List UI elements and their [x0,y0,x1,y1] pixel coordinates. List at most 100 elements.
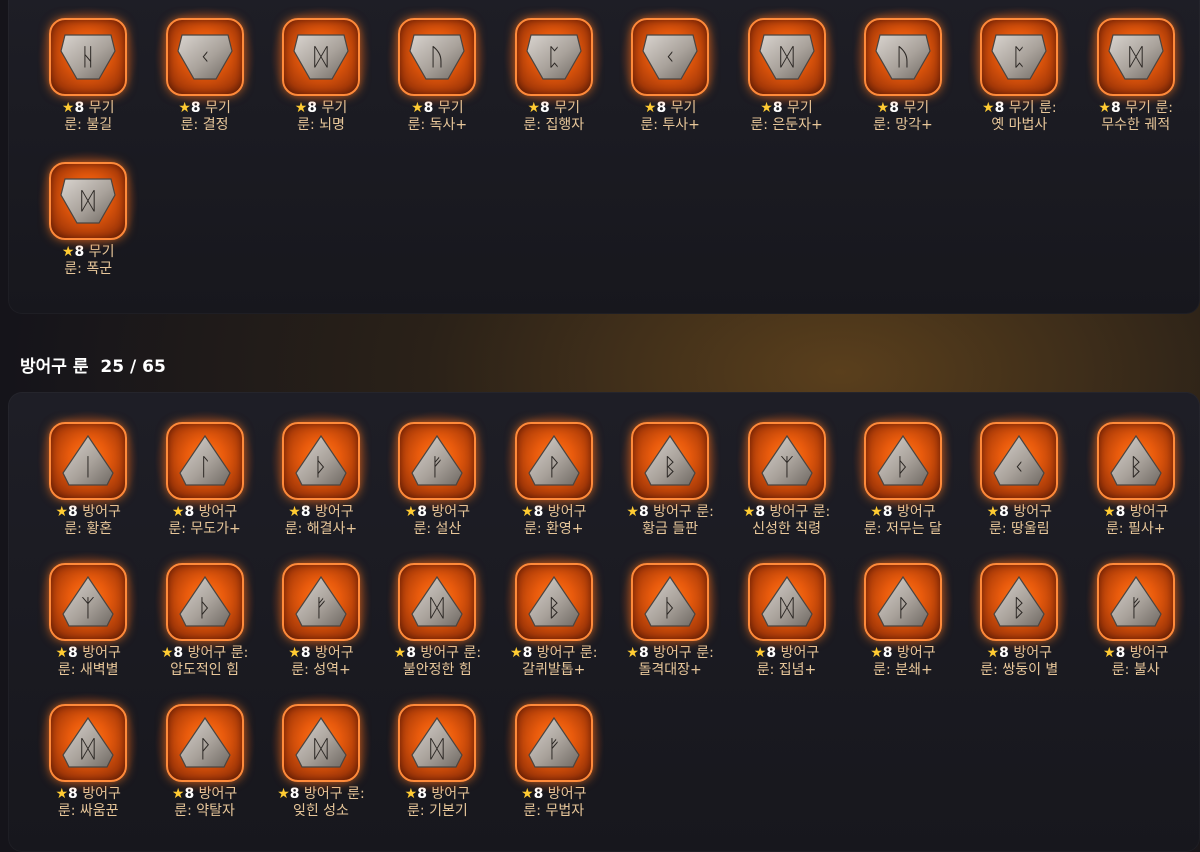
armor-rune-item[interactable]: ᚲ ★8 방어구 룬: 땅울림 [961,410,1077,546]
rune-stone-icon: ᚹ [178,716,231,768]
armor-rune-item[interactable]: ᛞ ★8 방어구 룬: 불안정한 힘 [379,551,495,687]
rune-slot[interactable]: ᛞ [269,692,372,794]
weapon-rune-item[interactable]: ᚲ ★8 무기 룬: 투사+ [612,6,728,142]
weapon-rune-item[interactable]: ᛞ ★8 무기 룬: 뇌명 [263,6,379,142]
armor-rune-item[interactable]: ᛒ ★8 방어구 룬: 필사+ [1078,410,1194,546]
weapon-rune-item[interactable]: ᚢ ★8 무기 룬: 독사+ [379,6,495,142]
star-icon: ★ [510,645,523,661]
weapon-rune-item[interactable]: ᚺ ★8 무기 룬: 불길 [30,6,146,142]
armor-rune-item[interactable]: ᛞ ★8 방어구 룬: 싸움꾼 [30,692,146,828]
weapon-rune-item[interactable]: ᚢ ★8 무기 룬: 망각+ [845,6,961,142]
armor-rune-item[interactable]: ᛁ ★8 방어구 룬: 황혼 [30,410,146,546]
rune-frame: ᛉ [49,563,128,641]
rune-slot[interactable]: ᚹ [502,410,605,512]
armor-rune-item[interactable]: ᚠ ★8 방어구 룬: 설산 [379,410,495,546]
rune-frame: ᚦ [281,422,360,500]
rune-slot[interactable]: ᛚ [153,410,256,512]
rune-name-line2: 룬: 뇌명 [297,117,345,133]
rune-stone-icon: ᛒ [1110,434,1162,486]
rune-name-line2: 룬: 은둔자+ [750,117,823,133]
armor-rune-item[interactable]: ᛞ ★8 방어구 룬: 집념+ [728,551,844,687]
armor-rune-item[interactable]: ᚹ ★8 방어구 룬: 분쇄+ [845,551,961,687]
rune-name-line2: 룬: 환영+ [523,521,584,537]
armor-rune-item[interactable]: ᚹ ★8 방어구 룬: 약탈자 [146,692,262,828]
rune-frame: ᚹ [514,422,593,500]
rune-slot[interactable]: ᚢ [851,6,954,108]
rune-slot[interactable]: ᛒ [1084,410,1187,512]
rune-slot[interactable]: ᛞ [269,6,372,108]
armor-rune-item[interactable]: ᛉ ★8 방어구 룬: 새벽별 [30,551,146,687]
weapon-rune-item[interactable]: ᛞ ★8 무기 룬: 폭군 [30,150,146,286]
rune-stone-icon: ᚠ [528,716,580,768]
armor-rune-item[interactable]: ᛒ ★8 방어구 룬: 갈퀴발톱+ [496,551,612,687]
rune-frame: ᛞ [1096,18,1175,96]
rune-glyph: ᚢ [896,43,910,71]
armor-rune-item[interactable]: ᚦ ★8 방어구 룬: 저무는 달 [845,410,961,546]
rune-slot[interactable]: ᛞ [386,692,489,794]
rune-glyph: ᚹ [896,594,910,622]
rune-frame: ᛉ [747,422,826,500]
armor-rune-item[interactable]: ᛉ ★8 방어구 룬: 신성한 칙령 [728,410,844,546]
armor-section-count: 25 / 65 [100,357,166,377]
armor-rune-item[interactable]: ᛒ ★8 방어구 룬: 황금 들판 [612,410,728,546]
rune-slot[interactable]: ᚦ [153,551,256,653]
rune-slot[interactable]: ᚲ [619,6,722,108]
armor-rune-item[interactable]: ᛒ ★8 방어구 룬: 쌍둥이 별 [961,551,1077,687]
weapon-rune-item[interactable]: ᚲ ★8 무기 룬: 결정 [146,6,262,142]
rune-slot[interactable]: ᛞ [735,551,838,653]
rune-slot[interactable]: ᛉ [735,410,838,512]
armor-rune-item[interactable]: ᛚ ★8 방어구 룬: 무도가+ [146,410,262,546]
rune-frame: ᚦ [631,563,710,641]
rune-slot[interactable]: ᚲ [968,410,1071,512]
rune-glyph: ᚦ [197,594,211,622]
weapon-rune-item[interactable]: ᛞ ★8 무기 룬: 무수한 궤적 [1078,6,1194,142]
rune-slot[interactable]: ᛞ [1084,6,1187,108]
weapon-rune-item[interactable]: ᛈ ★8 무기 룬: 옛 마법사 [961,6,1077,142]
armor-rune-item[interactable]: ᚹ ★8 방어구 룬: 환영+ [496,410,612,546]
rune-slot[interactable]: ᚠ [502,692,605,794]
rune-slot[interactable]: ᚠ [269,551,372,653]
star-icon: ★ [626,645,639,661]
rune-slot[interactable]: ᚲ [153,6,256,108]
rune-slot[interactable]: ᚹ [851,551,954,653]
rune-slot[interactable]: ᛉ [37,551,140,653]
rune-slot[interactable]: ᛈ [502,6,605,108]
rune-slot[interactable]: ᛞ [37,150,140,252]
rune-slot[interactable]: ᛒ [968,551,1071,653]
rune-slot[interactable]: ᛒ [502,551,605,653]
rune-slot[interactable]: ᛞ [37,692,140,794]
rune-stone-icon: ᛈ [526,34,582,80]
rune-stone-icon: ᚹ [877,575,929,627]
star-icon: ★ [277,786,290,802]
rune-slot[interactable]: ᚦ [269,410,372,512]
rune-slot[interactable]: ᛞ [386,551,489,653]
armor-rune-item[interactable]: ᛞ ★8 방어구 룬: 기본기 [379,692,495,828]
armor-rune-item[interactable]: ᚦ ★8 방어구 룬: 해결사+ [263,410,379,546]
armor-rune-item[interactable]: ᚦ ★8 방어구 룬: 압도적인 힘 [146,551,262,687]
weapon-rune-item[interactable]: ᛞ ★8 무기 룬: 은둔자+ [728,6,844,142]
weapon-rune-item[interactable]: ᛈ ★8 무기 룬: 집행자 [496,6,612,142]
armor-rune-item[interactable]: ᚠ ★8 방어구 룬: 불사 [1078,551,1194,687]
rune-frame: ᛒ [980,563,1059,641]
armor-rune-item[interactable]: ᛞ ★8 방어구 룬: 잊힌 성소 [263,692,379,828]
rune-frame: ᛚ [165,422,244,500]
rune-slot[interactable]: ᛁ [37,410,140,512]
rune-slot[interactable]: ᚹ [153,692,256,794]
rune-slot[interactable]: ᚠ [1084,551,1187,653]
rune-stone: ᛁ [59,433,117,489]
rune-slot[interactable]: ᚺ [37,6,140,108]
rune-slot[interactable]: ᛈ [968,6,1071,108]
rune-slot[interactable]: ᛒ [619,410,722,512]
rune-slot[interactable]: ᛞ [735,6,838,108]
rune-slot[interactable]: ᚠ [386,410,489,512]
armor-rune-item[interactable]: ᚠ ★8 방어구 룬: 무법자 [496,692,612,828]
rune-frame: ᛒ [1096,422,1175,500]
armor-rune-item[interactable]: ᚠ ★8 방어구 룬: 성역+ [263,551,379,687]
rune-name-line2: 룬: 쌍둥이 별 [980,662,1059,678]
rune-slot[interactable]: ᚦ [619,551,722,653]
armor-rune-item[interactable]: ᚦ ★8 방어구 룬: 돌격대장+ [612,551,728,687]
rune-slot[interactable]: ᚢ [386,6,489,108]
rune-stone: ᚲ [990,433,1048,489]
rune-slot[interactable]: ᚦ [851,410,954,512]
rune-glyph: ᛞ [430,735,444,763]
